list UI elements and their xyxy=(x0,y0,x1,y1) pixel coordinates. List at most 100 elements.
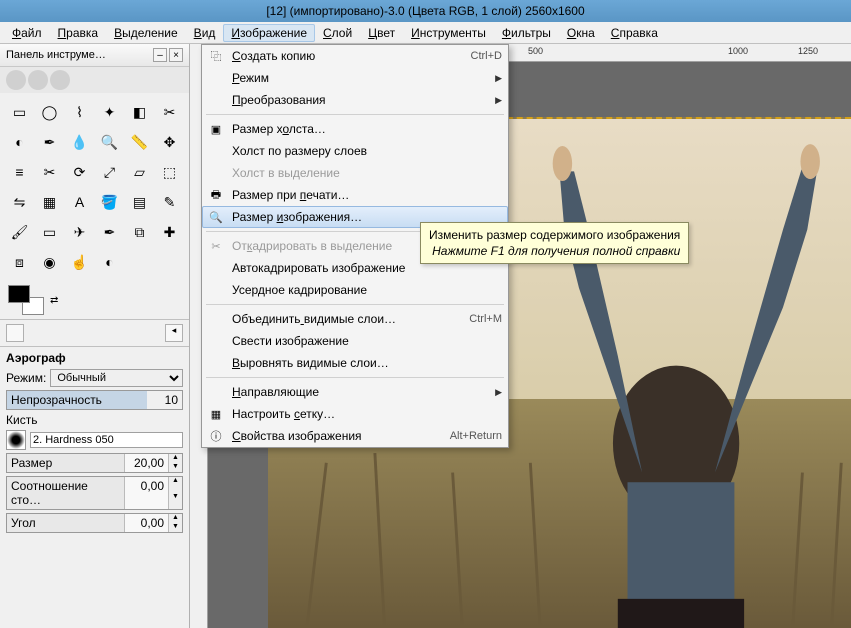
menu-окна[interactable]: Окна xyxy=(559,24,603,42)
menu-item-свойства-изображения[interactable]: ⓘСвойства изображенияAlt+Return xyxy=(202,425,508,447)
text-tool[interactable]: A xyxy=(67,189,93,215)
crop-tool[interactable]: ✂ xyxy=(37,159,63,185)
menu-item-размер-холста[interactable]: ▣Размер холста… xyxy=(202,118,508,140)
move-tool[interactable]: ✥ xyxy=(157,129,183,155)
color-picker-tool[interactable]: 💧 xyxy=(67,129,93,155)
crop-icon: ✂ xyxy=(206,238,226,254)
menu-изображение[interactable]: Изображение xyxy=(223,24,315,42)
flip-tool[interactable]: ⇋ xyxy=(7,189,33,215)
blank-icon xyxy=(206,333,226,349)
fg-select-tool[interactable]: ◐ xyxy=(7,129,33,155)
zoom-tool[interactable]: 🔍 xyxy=(97,129,123,155)
measure-tool[interactable]: 📏 xyxy=(127,129,153,155)
paths-tool[interactable]: ✒ xyxy=(37,129,63,155)
eraser-tool[interactable]: ▭ xyxy=(37,219,63,245)
blank-icon xyxy=(206,92,226,108)
color-select-tool[interactable]: ◧ xyxy=(127,99,153,125)
menu-item-настроить-сетку[interactable]: ▦Настроить сетку… xyxy=(202,403,508,425)
perspective-tool[interactable]: ⬚ xyxy=(157,159,183,185)
smudge-tool[interactable]: ☝ xyxy=(67,249,93,275)
menu-item-свести-изображение[interactable]: Свести изображение xyxy=(202,330,508,352)
tooltip-hint: Нажмите F1 для получения полной справки xyxy=(429,244,680,258)
scissors-tool[interactable]: ✂ xyxy=(157,99,183,125)
app-title: [12] (импортировано)-3.0 (Цвета RGB, 1 с… xyxy=(266,4,584,18)
size-spinner[interactable]: Размер 20,00 ▲▼ xyxy=(6,453,183,473)
minimize-icon[interactable]: – xyxy=(153,48,167,62)
submenu-arrow-icon: ▶ xyxy=(495,73,502,84)
persp-clone-tool[interactable]: ⧈ xyxy=(7,249,33,275)
paintbrush-tool[interactable]: 🖌 xyxy=(7,219,33,245)
tooltip-title: Изменить размер содержимого изображения xyxy=(429,228,680,242)
menu-item-усердное-кадрирование[interactable]: Усердное кадрирование xyxy=(202,279,508,301)
angle-spinner[interactable]: Угол 0,00 ▲▼ xyxy=(6,513,183,533)
blank-icon xyxy=(206,165,226,181)
rect-select-tool[interactable]: ▭ xyxy=(7,99,33,125)
menu-item-создать-копию[interactable]: ⿻Создать копиюCtrl+D xyxy=(202,45,508,67)
tooltip: Изменить размер содержимого изображения … xyxy=(420,222,689,264)
mode-select[interactable]: Обычный xyxy=(50,369,183,387)
tool-options-title: Аэрограф xyxy=(6,351,183,365)
airbrush-tool[interactable]: ✈ xyxy=(67,219,93,245)
menu-item-холст-по-размеру-слоев[interactable]: Холст по размеру слоев xyxy=(202,140,508,162)
menu-item-объединить-видимые-слои[interactable]: Объединить видимые слои…Ctrl+M xyxy=(202,308,508,330)
menu-вид[interactable]: Вид xyxy=(186,24,224,42)
menu-справка[interactable]: Справка xyxy=(603,24,666,42)
opacity-slider[interactable]: Непрозрачность 10 xyxy=(6,390,183,410)
opacity-label: Непрозрачность xyxy=(11,393,102,407)
swap-icon[interactable]: ⇄ xyxy=(50,295,58,306)
blank-icon xyxy=(206,311,226,327)
title-bar: [12] (импортировано)-3.0 (Цвета RGB, 1 с… xyxy=(0,0,851,22)
dodge-tool[interactable]: ◐ xyxy=(97,249,123,275)
ratio-spinner[interactable]: Соотношение сто… 0,00 ▲▼ xyxy=(6,476,183,510)
fuzzy-select-tool[interactable]: ✦ xyxy=(97,99,123,125)
brush-name-field[interactable] xyxy=(30,432,183,448)
ellipse-select-tool[interactable]: ◯ xyxy=(37,99,63,125)
mode-label: Режим: xyxy=(6,371,46,385)
menu-выделение[interactable]: Выделение xyxy=(106,24,186,42)
menu-правка[interactable]: Правка xyxy=(50,24,107,42)
submenu-arrow-icon: ▶ xyxy=(495,95,502,106)
dockable-tabs: ◂ xyxy=(0,319,189,347)
ink-tool[interactable]: ✒ xyxy=(97,219,123,245)
heal-tool[interactable]: ✚ xyxy=(157,219,183,245)
fg-bg-swatch[interactable] xyxy=(8,285,44,315)
cage-tool[interactable]: ▦ xyxy=(37,189,63,215)
menu-item-выровнять-видимые-слои[interactable]: Выровнять видимые слои… xyxy=(202,352,508,374)
brush-label: Кисть xyxy=(6,413,37,427)
pencil-tool[interactable]: ✎ xyxy=(157,189,183,215)
fg-color-swatch[interactable] xyxy=(8,285,30,303)
blend-tool[interactable]: ▤ xyxy=(127,189,153,215)
menu-item-направляющие[interactable]: Направляющие▶ xyxy=(202,381,508,403)
menu-слой[interactable]: Слой xyxy=(315,24,360,42)
blank-icon xyxy=(206,384,226,400)
close-icon[interactable]: × xyxy=(169,48,183,62)
menu-файл[interactable]: Файл xyxy=(4,24,50,42)
toolbox-title: Панель инструме… xyxy=(6,49,151,61)
toolbox-header: Панель инструме… – × xyxy=(0,44,189,67)
bucket-tool[interactable]: 🪣 xyxy=(97,189,123,215)
menu-инструменты[interactable]: Инструменты xyxy=(403,24,494,42)
canvas-icon: ▣ xyxy=(206,121,226,137)
scale-tool[interactable]: ⤢ xyxy=(97,159,123,185)
grid-icon: ▦ xyxy=(206,406,226,422)
blank-icon xyxy=(206,143,226,159)
clone-tool[interactable]: ⧉ xyxy=(127,219,153,245)
opacity-value: 10 xyxy=(165,393,178,407)
scale-icon: 🔍 xyxy=(206,209,226,225)
menu-цвет[interactable]: Цвет xyxy=(360,24,403,42)
brush-preview-icon[interactable] xyxy=(6,430,26,450)
free-select-tool[interactable]: ⌇ xyxy=(67,99,93,125)
blank-icon xyxy=(206,355,226,371)
shear-tool[interactable]: ▱ xyxy=(127,159,153,185)
menu-item-режим[interactable]: Режим▶ xyxy=(202,67,508,89)
menu-item-преобразования[interactable]: Преобразования▶ xyxy=(202,89,508,111)
menu-bar: ФайлПравкаВыделениеВидИзображениеСлойЦве… xyxy=(0,22,851,44)
tab-menu-icon[interactable]: ◂ xyxy=(165,324,183,342)
align-tool[interactable]: ≡ xyxy=(7,159,33,185)
blur-tool[interactable]: ◉ xyxy=(37,249,63,275)
rotate-tool[interactable]: ⟳ xyxy=(67,159,93,185)
blank-icon xyxy=(206,282,226,298)
menu-item-размер-при-печати[interactable]: 🖶Размер при печати… xyxy=(202,184,508,206)
menu-фильтры[interactable]: Фильтры xyxy=(494,24,559,42)
tool-options-tab[interactable] xyxy=(6,324,24,342)
